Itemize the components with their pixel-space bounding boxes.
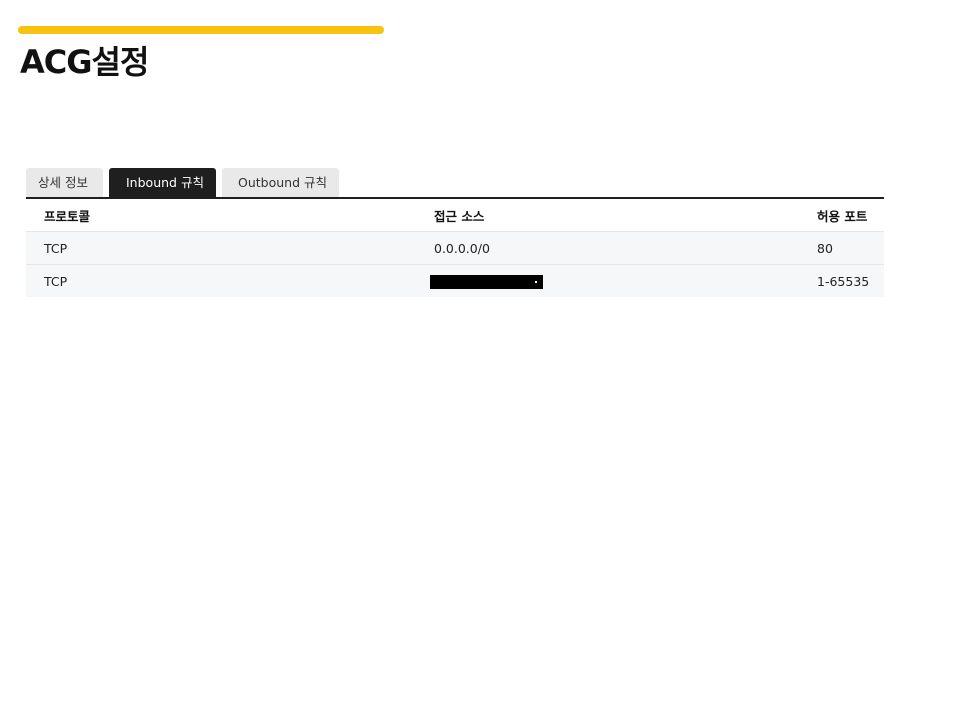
tab-outbound-rules[interactable]: Outbound 규칙 [222, 168, 339, 197]
cell-port: 80 [817, 231, 884, 265]
header-port: 허용 포트 [817, 199, 884, 232]
cell-source: 0.0.0.0/0 [434, 231, 817, 265]
tab-inbound-rules[interactable]: Inbound 규칙 [109, 168, 216, 197]
table-row: TCP 1-65535 [26, 264, 884, 297]
inbound-rules-table: 프로토콜 접근 소스 허용 포트 TCP 0.0.0.0/0 80 TCP 1-… [26, 199, 884, 297]
tab-details[interactable]: 상세 정보 [26, 168, 103, 197]
cell-port: 1-65535 [817, 264, 884, 297]
title-accent-bar [18, 26, 384, 34]
acg-rules-panel: 상세 정보 Inbound 규칙 Outbound 규칙 프로토콜 접근 소스 … [26, 168, 884, 297]
table-header-row: 프로토콜 접근 소스 허용 포트 [26, 199, 884, 232]
cell-protocol: TCP [26, 231, 434, 265]
redacted-source-block [430, 274, 543, 289]
cell-protocol: TCP [26, 264, 434, 297]
rule-tabs: 상세 정보 Inbound 규칙 Outbound 규칙 [26, 168, 884, 197]
page-title: ACG설정 [20, 43, 149, 81]
header-source: 접근 소스 [434, 199, 817, 232]
table-row: TCP 0.0.0.0/0 80 [26, 231, 884, 265]
header-protocol: 프로토콜 [26, 199, 434, 232]
cell-source-redacted [430, 264, 817, 297]
